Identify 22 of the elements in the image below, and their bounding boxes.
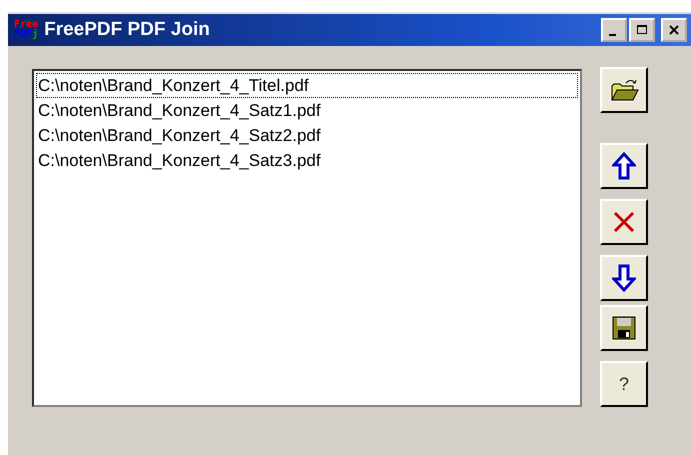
close-icon: [668, 24, 680, 36]
close-button[interactable]: [661, 18, 687, 42]
minimize-button[interactable]: [601, 18, 627, 42]
maximize-button[interactable]: [629, 18, 655, 42]
folder-icon: [609, 77, 639, 103]
down-arrow-icon: [612, 264, 636, 292]
file-list-item[interactable]: C:\noten\Brand_Konzert_4_Satz3.pdf: [36, 148, 578, 173]
open-folder-button[interactable]: [600, 67, 648, 113]
save-button[interactable]: [600, 305, 648, 351]
minimize-icon: [609, 34, 616, 36]
app-logo: Free PDFj: [14, 20, 38, 40]
file-list-item[interactable]: C:\noten\Brand_Konzert_4_Satz2.pdf: [36, 123, 578, 148]
delete-button[interactable]: [600, 199, 648, 245]
window-title: FreePDF PDF Join: [44, 19, 211, 41]
up-arrow-icon: [612, 152, 636, 180]
delete-icon: [611, 209, 637, 235]
move-up-button[interactable]: [600, 143, 648, 189]
help-button[interactable]: ?: [600, 361, 648, 407]
file-list-item[interactable]: C:\noten\Brand_Konzert_4_Titel.pdf: [36, 73, 578, 98]
file-list-item[interactable]: C:\noten\Brand_Konzert_4_Satz1.pdf: [36, 98, 578, 123]
maximize-icon: [636, 24, 648, 36]
move-down-button[interactable]: [600, 255, 648, 301]
